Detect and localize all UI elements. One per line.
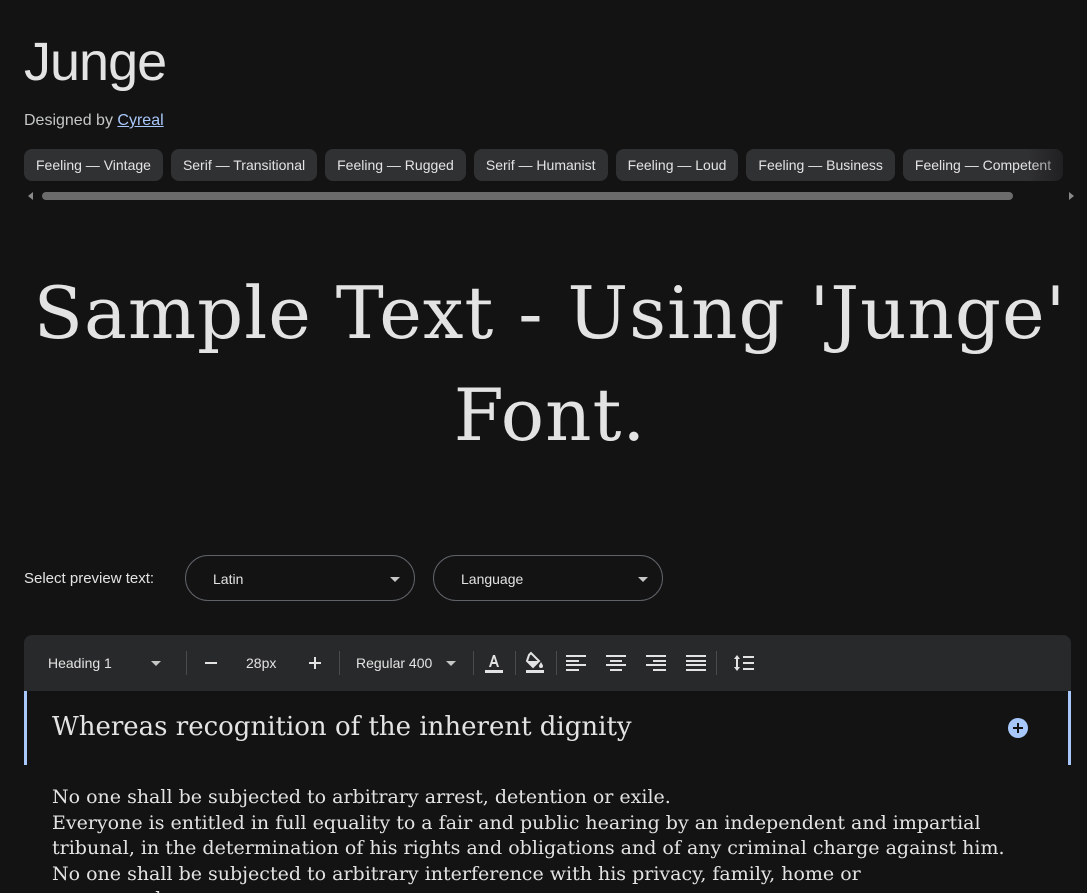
designer-link[interactable]: Cyreal <box>117 112 163 129</box>
font-size-value[interactable]: 28px <box>246 635 276 691</box>
tag-chip[interactable]: Feeling — Competent <box>902 149 1064 181</box>
toolbar-divider <box>473 651 474 675</box>
editor-paragraph[interactable]: Everyone is entitled in full equality to… <box>52 811 1012 862</box>
align-right-icon <box>646 655 666 671</box>
tag-chip[interactable]: Feeling — Vintage <box>24 149 163 181</box>
designer-line: Designed by Cyreal <box>24 110 164 132</box>
language-select-value: Language <box>461 571 524 587</box>
align-justify-button[interactable] <box>684 651 708 675</box>
editor-paragraph[interactable]: No one shall be subjected to arbitrary a… <box>52 785 1012 811</box>
align-justify-icon <box>686 655 706 671</box>
editor-heading-text[interactable]: Whereas recognition of the inherent dign… <box>52 709 632 745</box>
align-center-button[interactable] <box>604 651 628 675</box>
tag-chip[interactable]: Feeling — Loud <box>615 149 739 181</box>
add-block-plus-icon[interactable] <box>1008 718 1028 738</box>
tag-list: Feeling — Vintage Serif — Transitional Fee… <box>24 149 1087 182</box>
text-style-value: Heading 1 <box>48 655 112 671</box>
text-color-button[interactable] <box>482 651 506 675</box>
font-weight-select[interactable]: Regular 400 <box>356 635 462 691</box>
script-select-value: Latin <box>213 571 244 587</box>
tag-list-scrollbar[interactable] <box>24 190 1074 202</box>
toolbar-divider <box>186 651 187 675</box>
font-weight-value: Regular 400 <box>356 655 433 671</box>
tag-chip[interactable]: Feeling — Business <box>746 149 895 181</box>
editor-paragraph[interactable]: No one shall be subjected to arbitrary i… <box>52 862 1012 893</box>
toolbar-divider <box>716 651 717 675</box>
tag-chip[interactable]: Serif — Humanist <box>473 149 608 181</box>
align-left-icon <box>566 655 586 671</box>
editor-toolbar: Heading 1 28px Regular 400 <box>24 635 1071 691</box>
editor-body-text[interactable]: No one shall be subjected to arbitrary a… <box>52 785 1012 893</box>
line-height-icon <box>734 655 754 671</box>
font-title: Junge <box>24 32 167 92</box>
caret-down-icon <box>151 661 161 666</box>
caret-down-icon <box>390 577 400 582</box>
align-left-button[interactable] <box>564 651 588 675</box>
tag-chip[interactable]: Feeling — Rugged <box>325 149 466 181</box>
toolbar-divider <box>515 651 516 675</box>
scrollbar-thumb[interactable] <box>42 192 1013 200</box>
scroll-left-arrow-icon[interactable] <box>28 192 33 200</box>
align-center-icon <box>606 655 626 671</box>
decrease-size-button[interactable] <box>199 651 223 675</box>
hero-sample-text: Sample Text - Using 'Junge' Font. <box>33 271 1067 457</box>
font-specimen-page: Junge Designed by Cyreal Feeling — Vinta… <box>0 0 1087 893</box>
language-select[interactable]: Language <box>433 555 663 601</box>
text-style-select[interactable]: Heading 1 <box>48 635 168 691</box>
script-select[interactable]: Latin <box>185 555 415 601</box>
caret-down-icon <box>446 661 456 666</box>
designed-by-label: Designed by <box>24 112 113 129</box>
paint-bucket-icon <box>525 651 544 673</box>
preview-text-label: Select preview text: <box>24 570 155 587</box>
text-color-icon <box>485 655 503 673</box>
minus-icon <box>205 662 217 664</box>
toolbar-divider <box>556 651 557 675</box>
caret-down-icon <box>638 577 648 582</box>
line-height-button[interactable] <box>732 651 756 675</box>
background-color-button[interactable] <box>523 651 547 675</box>
toolbar-divider <box>339 651 340 675</box>
tag-chip[interactable]: Serif — Transitional <box>170 149 318 181</box>
align-right-button[interactable] <box>644 651 668 675</box>
editor-heading-block[interactable]: Whereas recognition of the inherent dign… <box>24 691 1071 765</box>
scroll-right-arrow-icon[interactable] <box>1069 192 1074 200</box>
increase-size-button[interactable] <box>303 651 327 675</box>
